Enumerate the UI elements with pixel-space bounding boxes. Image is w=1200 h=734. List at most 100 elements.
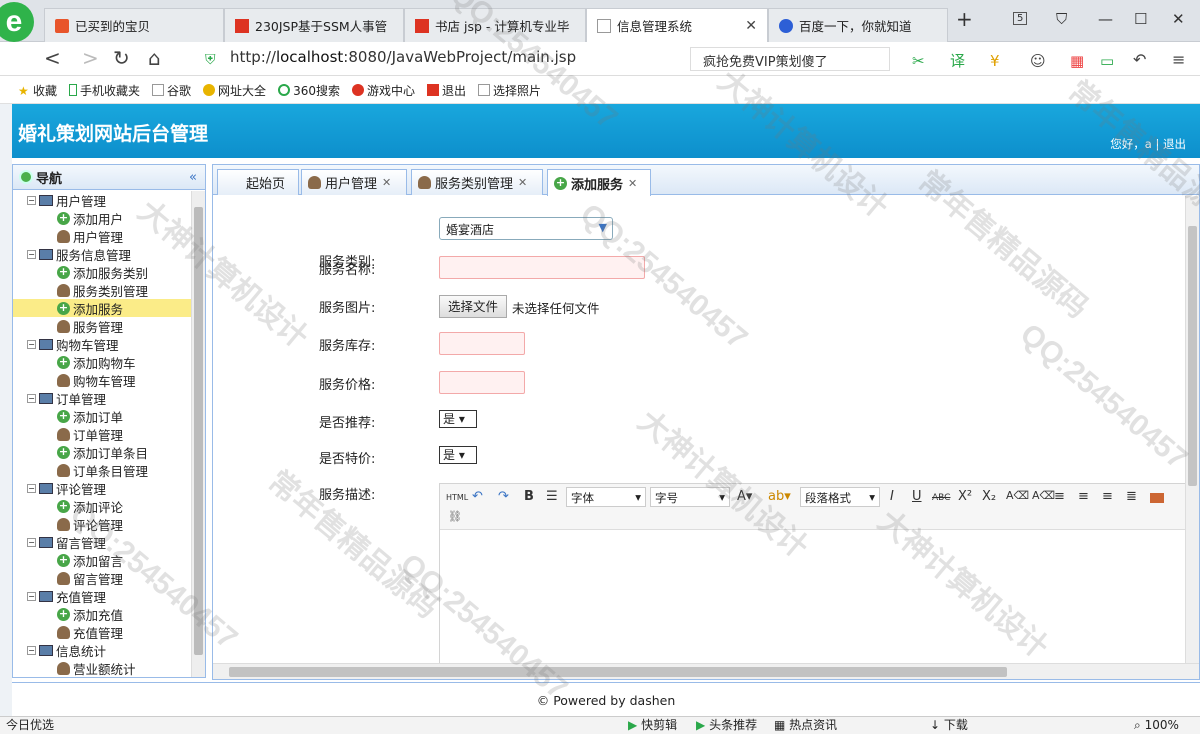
service-name-input[interactable] (439, 256, 645, 279)
status-item[interactable]: ▦ 热点资讯 (774, 717, 837, 734)
sidebar-item[interactable]: + 添加评论 (13, 497, 191, 515)
home-icon[interactable]: ⌂ (148, 48, 161, 68)
collapse-toggle-icon[interactable]: − (27, 339, 36, 349)
content-scrollbar[interactable] (1185, 196, 1199, 664)
collapse-toggle-icon[interactable]: − (27, 249, 36, 259)
strike-icon[interactable]: ABC (932, 493, 950, 503)
sidebar-item[interactable]: + 添加充值 (13, 605, 191, 623)
sidebar-item[interactable]: 服务管理 (13, 317, 191, 335)
clear-format-icon[interactable]: A⌫ (1006, 489, 1029, 502)
font-size-select[interactable]: 字号 ▾ (650, 487, 730, 507)
tab-home[interactable]: 起始页 (217, 169, 299, 195)
image-icon[interactable] (1150, 493, 1164, 503)
sidebar-item[interactable]: + 添加订单条目 (13, 443, 191, 461)
collapse-icon[interactable]: « (189, 170, 197, 185)
browser-tab-5[interactable]: 百度一下，你就知道 (768, 8, 948, 42)
scissors-icon[interactable]: ✂ (912, 51, 925, 71)
bold-icon[interactable]: B (524, 489, 534, 504)
sidebar-group[interactable]: − 充值管理 (13, 587, 191, 605)
bookmark-games[interactable]: 游戏中心 (351, 82, 415, 99)
special-select[interactable]: 是 ▾ (439, 446, 477, 464)
sidebar-item[interactable]: + 添加服务 (13, 299, 191, 317)
bookmark-360[interactable]: 360搜索 (278, 82, 340, 99)
horizontal-scrollbar[interactable] (213, 663, 1199, 679)
redo-icon[interactable]: ↷ (498, 489, 509, 504)
sidebar-item[interactable]: 营业额统计 (13, 659, 191, 677)
font-family-select[interactable]: 字体 ▾ (566, 487, 646, 507)
close-tab-icon[interactable]: ✕ (745, 18, 757, 34)
collapse-toggle-icon[interactable]: − (27, 591, 36, 601)
html-source-button[interactable]: HTML (446, 493, 468, 502)
italic-icon[interactable]: I (890, 489, 894, 504)
browser-tab-active[interactable]: 信息管理系统 ✕ (586, 8, 768, 42)
sidebar-item[interactable]: 订单条目管理 (13, 461, 191, 479)
sidebar-group[interactable]: − 订单管理 (13, 389, 191, 407)
sidebar-group[interactable]: − 服务信息管理 (13, 245, 191, 263)
format-icon[interactable]: ☰ (546, 489, 558, 504)
battery-icon[interactable]: ▭ (1100, 51, 1114, 71)
close-window-icon[interactable]: ✕ (1172, 10, 1185, 28)
browser-tab-2[interactable]: 230JSP基于SSM人事管 (224, 8, 404, 42)
url-field[interactable]: http://localhost:8080/JavaWebProject/mai… (230, 48, 576, 66)
undo-icon[interactable]: ↶ (1133, 50, 1146, 70)
category-select[interactable]: 婚宴酒店 ▼ (439, 217, 613, 240)
back-icon[interactable]: < (44, 48, 61, 68)
shirt-icon[interactable]: ⛉ (1056, 10, 1067, 28)
paragraph-select[interactable]: 段落格式 ▾ (800, 487, 880, 507)
sidebar-item[interactable]: 评论管理 (13, 515, 191, 533)
tab-category-manage[interactable]: 服务类别管理 ✕ (411, 169, 543, 195)
format-painter-icon[interactable]: A⌫ (1032, 489, 1055, 502)
sidebar-item[interactable]: 留言管理 (13, 569, 191, 587)
collapse-toggle-icon[interactable]: − (27, 483, 36, 493)
price-input[interactable] (439, 371, 525, 394)
status-item[interactable]: ▶ 快剪辑 (628, 717, 677, 734)
align-right-icon[interactable]: ≡ (1078, 489, 1089, 504)
stock-input[interactable] (439, 332, 525, 355)
collapse-toggle-icon[interactable]: − (27, 393, 36, 403)
browser-tab-3[interactable]: 书店 jsp - 计算机专业毕 (404, 8, 586, 42)
sidebar-item[interactable]: + 添加购物车 (13, 353, 191, 371)
status-item[interactable]: ▶ 头条推荐 (696, 717, 757, 734)
status-item[interactable]: ↓ 下载 (930, 717, 968, 734)
collapse-toggle-icon[interactable]: − (27, 645, 36, 655)
bookmark-favorites[interactable]: ★ 收藏 (18, 82, 57, 99)
bookmark-portal[interactable]: 网址大全 (203, 82, 266, 99)
translate-icon[interactable]: 译 (950, 51, 965, 71)
browser-tab-1[interactable]: 已买到的宝贝 (44, 8, 224, 42)
sidebar-item[interactable]: 用户管理 (13, 227, 191, 245)
close-tab-icon[interactable]: ✕ (382, 176, 391, 189)
status-left[interactable]: 今日优选 (6, 717, 54, 734)
sidebar-group[interactable]: − 留言管理 (13, 533, 191, 551)
forward-icon[interactable]: > (82, 48, 99, 68)
tab-add-service[interactable]: + 添加服务 ✕ (547, 169, 651, 196)
minimize-icon[interactable]: — (1098, 10, 1113, 28)
sidebar-scrollbar[interactable] (191, 191, 205, 677)
sidebar-group[interactable]: − 购物车管理 (13, 335, 191, 353)
coin-icon[interactable]: ¥ (990, 51, 1000, 71)
sidebar-item[interactable]: + 添加服务类别 (13, 263, 191, 281)
underline-icon[interactable]: U (912, 489, 922, 504)
sidebar-group[interactable]: − 信息统计 (13, 641, 191, 659)
font-color-icon[interactable]: A▾ (737, 489, 752, 504)
apps-icon[interactable]: ▦ (1070, 51, 1084, 71)
recommend-select[interactable]: 是 ▾ (439, 410, 477, 428)
collapse-toggle-icon[interactable]: − (27, 195, 36, 205)
bookmark-mobile[interactable]: 手机收藏夹 (69, 82, 140, 99)
choose-file-button[interactable]: 选择文件 (439, 295, 507, 318)
tab-user-manage[interactable]: 用户管理 ✕ (301, 169, 407, 195)
collapse-toggle-icon[interactable]: − (27, 537, 36, 547)
subscript-icon[interactable]: X₂ (982, 489, 996, 504)
menu-icon[interactable]: ≡ (1172, 50, 1185, 70)
sidebar-item[interactable]: 服务类别管理 (13, 281, 191, 299)
zoom-level[interactable]: ⌕ 100% (1134, 717, 1179, 734)
sidebar-item[interactable]: 订单管理 (13, 425, 191, 443)
superscript-icon[interactable]: X² (958, 489, 972, 504)
maximize-icon[interactable]: ☐ (1134, 10, 1147, 28)
close-tab-icon[interactable]: ✕ (518, 176, 527, 189)
refresh-icon[interactable]: ↻ (113, 48, 130, 68)
sidebar-item[interactable]: 购物车管理 (13, 371, 191, 389)
highlight-icon[interactable]: ab▾ (768, 489, 791, 504)
sidebar-group[interactable]: − 评论管理 (13, 479, 191, 497)
logout-link[interactable]: 退出 (1163, 137, 1186, 151)
game-icon[interactable]: ☺ (1030, 51, 1046, 71)
